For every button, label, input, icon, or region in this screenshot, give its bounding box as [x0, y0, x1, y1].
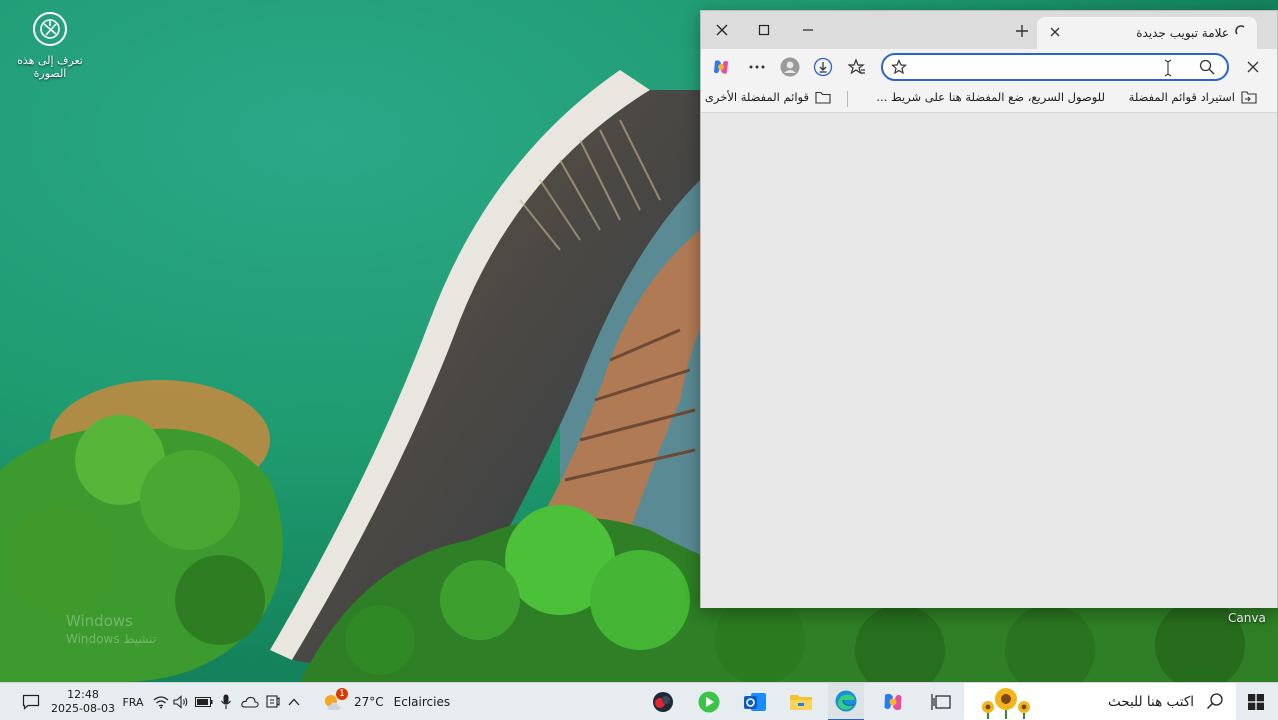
profile-button[interactable] — [776, 53, 804, 81]
more-options-button[interactable] — [743, 53, 771, 81]
watermark-title: Windows — [66, 612, 133, 630]
window-minimize-button[interactable] — [787, 11, 829, 49]
close-icon — [1247, 61, 1259, 73]
search-icon[interactable] — [1199, 59, 1215, 78]
folder-icon — [790, 695, 812, 710]
edge-icon — [835, 690, 857, 712]
tab-title: علامة تبويب جديدة — [1136, 26, 1229, 40]
taskbar-search-box[interactable]: اكتب هنا للبحث — [964, 683, 1236, 720]
close-icon — [1050, 27, 1060, 37]
star-icon — [890, 59, 908, 75]
copilot-icon — [884, 693, 902, 711]
start-button[interactable] — [1238, 683, 1274, 720]
weather-sun-cloud-icon: 1 — [322, 688, 348, 714]
chat-bubble-icon — [22, 694, 40, 710]
tab-close-button[interactable] — [1047, 25, 1063, 41]
clock-time: 12:48 — [67, 688, 99, 701]
notifications-button[interactable] — [14, 683, 48, 720]
play-icon — [698, 691, 720, 713]
language-indicator[interactable]: FRA — [118, 683, 148, 720]
address-bar[interactable] — [881, 53, 1229, 81]
edge-browser-window: علامة تبويب جديدة استيراد قوائم المفضلة … — [700, 10, 1278, 608]
taskbar-app-edge[interactable] — [828, 683, 864, 720]
page-content-area — [701, 114, 1277, 608]
add-favorite-star-button[interactable] — [890, 59, 908, 78]
wifi-icon[interactable] — [152, 683, 170, 720]
title-bar: علامة تبويب جديدة — [701, 11, 1277, 49]
favorites-button[interactable] — [843, 53, 871, 81]
address-input[interactable] — [919, 57, 1179, 77]
desktop-icon-label: تعرف إلى هذه الصورة — [17, 54, 83, 80]
search-placeholder: اكتب هنا للبحث — [1107, 694, 1194, 710]
close-sidebar-button[interactable] — [1239, 53, 1267, 81]
learn-about-image-shortcut[interactable]: تعرف إلى هذه الصورة — [10, 12, 90, 80]
task-view-icon — [931, 694, 951, 710]
windows-logo-icon — [1248, 694, 1264, 710]
import-icon — [1241, 91, 1257, 104]
taskbar-app-copilot[interactable] — [876, 683, 910, 720]
taskbar-app-screen-recorder[interactable] — [646, 683, 680, 720]
weather-widget[interactable]: 1 27°C Eclaircies — [322, 683, 452, 720]
volume-icon[interactable] — [172, 683, 190, 720]
import-favorites-link[interactable]: استيراد قوائم المفضلة — [1129, 90, 1257, 104]
maximize-icon — [758, 24, 770, 36]
outlook-icon — [744, 693, 766, 711]
taskbar-app-file-explorer[interactable] — [784, 683, 818, 720]
favorites-bar: استيراد قوائم المفضلة للوصول السريع، ضع … — [701, 85, 1277, 113]
favorites-divider — [847, 91, 848, 107]
folder-icon — [815, 91, 831, 104]
clock-date: 2025-08-03 — [51, 702, 115, 715]
new-tab-button[interactable] — [1009, 18, 1035, 44]
downloads-button[interactable] — [809, 53, 837, 81]
favorites-hint: للوصول السريع، ضع المفضلة هنا على شريط .… — [876, 90, 1105, 104]
close-icon — [716, 24, 728, 36]
meet-now-icon[interactable] — [264, 683, 282, 720]
copilot-button[interactable] — [707, 53, 735, 81]
other-favorites-label: قوائم المفضلة الأخرى — [704, 90, 809, 104]
import-favorites-label: استيراد قوائم المفضلة — [1128, 90, 1235, 104]
profile-icon — [780, 57, 800, 77]
camera-aperture-icon — [33, 12, 67, 46]
plus-icon — [1016, 25, 1028, 37]
more-icon — [749, 65, 765, 69]
favorites-icon — [848, 58, 865, 75]
weather-alert-badge: 1 — [336, 688, 348, 700]
favorites-hint-text: للوصول السريع، ضع المفضلة هنا على شريط .… — [876, 90, 1105, 104]
weather-temperature: 27°C — [354, 695, 384, 709]
chevron-up-icon — [288, 698, 300, 706]
battery-icon[interactable] — [194, 683, 214, 720]
minimize-icon — [803, 29, 813, 31]
window-maximize-button[interactable] — [743, 11, 785, 49]
download-icon — [813, 57, 833, 77]
tab-new-tab[interactable]: علامة تبويب جديدة — [1037, 17, 1257, 49]
browser-toolbar — [701, 49, 1277, 85]
other-favorites-folder[interactable]: قوائم المفضلة الأخرى — [705, 90, 831, 104]
taskbar: 12:48 2025-08-03 FRA 1 27°C Eclaircies ا… — [0, 682, 1278, 720]
recorder-icon — [653, 692, 673, 712]
onedrive-icon[interactable] — [240, 683, 260, 720]
text-cursor-icon — [1163, 59, 1173, 80]
microphone-icon[interactable] — [218, 683, 234, 720]
search-icon — [1206, 692, 1224, 713]
show-hidden-icons-button[interactable] — [284, 683, 304, 720]
watermark-subtitle: Windows تنشيط — [66, 632, 157, 646]
taskbar-app-outlook[interactable] — [738, 683, 772, 720]
taskbar-app-media-player[interactable] — [692, 683, 726, 720]
copilot-icon — [714, 60, 728, 74]
weather-description: Eclaircies — [393, 695, 451, 709]
loading-icon — [1235, 25, 1247, 41]
window-close-button[interactable] — [701, 11, 743, 49]
canva-watermark: Canva — [1228, 611, 1266, 625]
sunflower-icon — [974, 685, 1036, 720]
activation-watermark: Windows Windows تنشيط — [66, 612, 156, 648]
task-view-button[interactable] — [924, 683, 958, 720]
clock[interactable]: 12:48 2025-08-03 — [50, 683, 116, 720]
